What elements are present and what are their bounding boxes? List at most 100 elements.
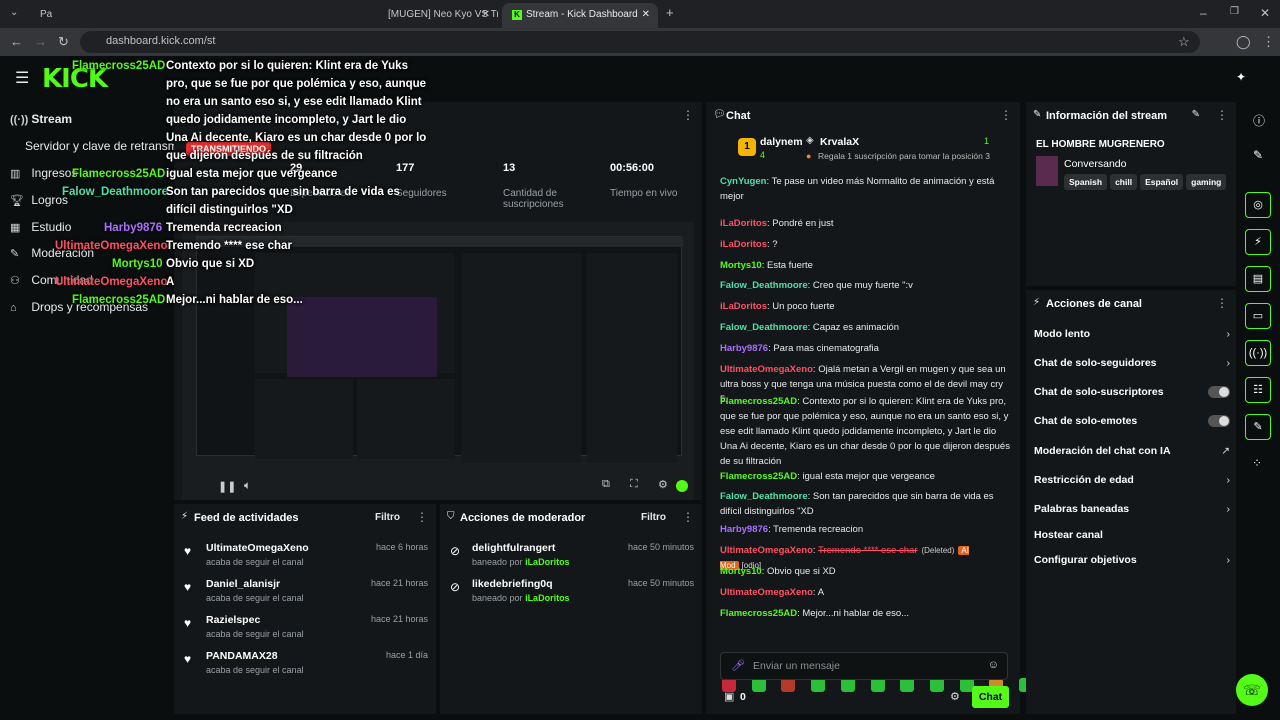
chat-message[interactable]: Falow_Deathmoore: Capaz es animación <box>720 320 1012 335</box>
support-headset-icon[interactable]: ☏ <box>1236 674 1268 706</box>
url-input[interactable]: dashboard.kick.com/st <box>80 31 1200 53</box>
forward-icon[interactable]: → <box>34 34 47 49</box>
new-tab-button[interactable]: + <box>666 5 674 20</box>
menu-dots-icon[interactable]: ⋮ <box>1262 34 1275 50</box>
tag[interactable]: gaming <box>1186 174 1227 190</box>
rail-bolt-button[interactable]: ⚡︎ <box>1245 229 1271 255</box>
edit-info-icon[interactable]: ✎ <box>1192 109 1200 120</box>
chat-message[interactable]: CynYugen: Te pase un video más Normalito… <box>720 174 1012 204</box>
chat-message[interactable]: Flamecross25AD: igual esta mejor que ver… <box>720 469 1012 484</box>
menu-hamburger-icon[interactable]: ☰ <box>15 68 29 88</box>
chat-message[interactable]: iLaDoritos: Un poco fuerte <box>720 299 1012 314</box>
chat-username[interactable]: Falow_Deathmoore <box>720 491 808 502</box>
pause-icon[interactable]: ❚❚ <box>218 480 236 493</box>
browser-tab-active[interactable]: K Stream - Kick Dashboard ✕ <box>502 3 658 28</box>
action-ai-moderation[interactable]: Moderación del chat con IA ↗ <box>1034 445 1230 457</box>
chat-message[interactable]: Harby9876: Para mas cinematografia <box>720 341 1012 356</box>
chat-username[interactable]: Harby9876 <box>720 524 768 535</box>
emote-icon[interactable] <box>900 678 915 692</box>
chat-message[interactable]: Falow_Deathmoore: Creo que muy fuerte ":… <box>720 278 1012 293</box>
sidebar-item-server[interactable]: Servidor y clave de retransm <box>25 139 178 153</box>
chat-message[interactable]: Flamecross25AD: Contexto por si lo quier… <box>720 394 1012 469</box>
emote-icon[interactable] <box>870 678 885 692</box>
chat-message[interactable]: Mortys10: Esta fuerte <box>720 258 1012 273</box>
chat-username[interactable]: Mortys10 <box>720 260 762 271</box>
chat-message[interactable]: iLaDoritos: ? <box>720 237 1012 252</box>
chat-username[interactable]: iLaDoritos <box>720 218 767 229</box>
send-chat-button[interactable]: Chat <box>972 686 1009 708</box>
chat-message[interactable]: UltimateOmegaXeno: A <box>720 585 1012 600</box>
action-subs-only[interactable]: Chat de solo-suscriptores <box>1034 386 1230 398</box>
clip-icon[interactable]: ⧉ <box>602 478 610 491</box>
action-banned-words[interactable]: Palabras baneadas › <box>1034 503 1230 515</box>
emoji-picker-icon[interactable]: ☺ <box>988 659 999 671</box>
bookmark-star-icon[interactable]: ☆ <box>1178 34 1190 50</box>
tag[interactable]: Spanish <box>1064 174 1108 190</box>
chat-message[interactable]: Flamecross25AD: Mejor...ni hablar de eso… <box>720 606 1012 621</box>
chat-message[interactable]: Mortys10: Obvio que si XD <box>720 564 1012 579</box>
chat-input-box[interactable]: 🎤︎ Enviar un mensaje ☺ <box>720 652 1008 680</box>
close-window-button[interactable]: ✕ <box>1260 6 1270 20</box>
chat-username[interactable]: iLaDoritos <box>720 239 767 250</box>
chat-menu-icon[interactable]: ⋮ <box>1000 108 1012 122</box>
tag[interactable]: chill <box>1110 174 1138 190</box>
emote-icon[interactable] <box>751 678 766 692</box>
subs-only-toggle[interactable] <box>1208 386 1230 398</box>
chat-settings-icon[interactable]: ⚙ <box>950 690 960 703</box>
chat-username[interactable]: UltimateOmegaXeno <box>720 587 813 598</box>
rail-chat-button[interactable]: ▭ <box>1245 303 1271 329</box>
points-icon[interactable]: ▣ <box>724 690 734 703</box>
category-name[interactable]: Conversando <box>1064 158 1126 170</box>
emote-icon[interactable] <box>840 678 855 692</box>
sidebar-item-stream[interactable]: ((·)) Stream <box>10 112 72 126</box>
chat-username[interactable]: Flamecross25AD <box>720 471 797 482</box>
kick-logo[interactable]: KICK <box>42 64 108 94</box>
sidebar-item-moderacion[interactable]: ✎ Moderación <box>10 246 94 260</box>
stream-preview-video[interactable]: ❚❚ 🔈︎ ⧉ ⛶ ⚙ <box>182 222 694 500</box>
rail-wrench-button[interactable]: ✎ <box>1245 414 1271 440</box>
chat-username[interactable]: Harby9876 <box>720 343 768 354</box>
browser-tab-1[interactable]: Pa <box>30 3 250 28</box>
action-slow-mode[interactable]: Modo lento › <box>1034 328 1230 340</box>
rail-list-button[interactable]: ☷ <box>1245 377 1271 403</box>
sidebar-item-estudio[interactable]: ▦ Estudio <box>10 220 71 234</box>
back-icon[interactable]: ← <box>10 34 23 49</box>
chat-message[interactable]: Harby9876: Tremenda recreacion <box>720 522 1012 537</box>
chat-message[interactable]: iLaDoritos: Pondré en just <box>720 216 1012 231</box>
fullscreen-icon[interactable]: ⛶ <box>630 478 638 491</box>
sidebar-item-comunidad[interactable]: ⚇ Comunidad <box>10 273 93 287</box>
edit-icon[interactable]: ✎ <box>1253 148 1263 162</box>
chat-username[interactable]: Flamecross25AD <box>720 396 797 407</box>
sidebar-item-drops[interactable]: ⌂ Drops y recompensas <box>10 300 148 314</box>
settings-gear-icon[interactable]: ⚙ <box>658 478 668 491</box>
volume-icon[interactable]: 🔈︎ <box>244 478 251 493</box>
chat-message[interactable]: Falow_Deathmoore: Son tan parecidos que … <box>720 489 1012 519</box>
emote-icon[interactable] <box>929 678 944 692</box>
rail-doc-button[interactable]: ▤ <box>1245 266 1271 292</box>
emote-icon[interactable] <box>781 678 796 692</box>
user-avatar-icon[interactable]: ✦ <box>1236 70 1246 84</box>
channel-actions-menu-icon[interactable]: ⋮ <box>1216 296 1228 310</box>
rail-broadcast-button[interactable]: ((·)) <box>1245 340 1271 366</box>
sidebar-item-ingresos[interactable]: ▥ Ingresos <box>10 166 77 180</box>
chat-username[interactable]: CynYugen <box>720 176 766 187</box>
stream-panel-menu-icon[interactable]: ⋮ <box>682 108 694 122</box>
action-goals[interactable]: Configurar objetivos › <box>1034 554 1230 566</box>
more-dots-icon[interactable]: ⁘ <box>1252 456 1262 470</box>
browser-tab-2[interactable]: [MUGEN] Neo Kyo VS Tru ✕ <box>258 3 498 28</box>
action-host-channel[interactable]: Hostear canal <box>1034 529 1230 541</box>
action-age-restriction[interactable]: Restricción de edad › <box>1034 474 1230 486</box>
chat-username[interactable]: Falow_Deathmoore <box>720 280 808 291</box>
mod-menu-icon[interactable]: ⋮ <box>682 510 694 524</box>
activity-filter-button[interactable]: Filtro <box>375 512 400 523</box>
action-followers-only[interactable]: Chat de solo-seguidores › <box>1034 357 1230 369</box>
chat-username[interactable]: Mortys10 <box>720 566 762 577</box>
activity-menu-icon[interactable]: ⋮ <box>416 510 428 524</box>
emote-icon[interactable] <box>811 678 826 692</box>
reload-icon[interactable]: ↻ <box>58 34 69 50</box>
close-tab-icon[interactable]: ✕ <box>482 9 490 20</box>
tag[interactable]: Español <box>1140 174 1184 190</box>
chat-username[interactable]: UltimateOmegaXeno <box>720 364 813 375</box>
sidebar-item-logros[interactable]: 🏆︎ Logros <box>10 193 68 207</box>
emotes-only-toggle[interactable] <box>1208 415 1230 427</box>
